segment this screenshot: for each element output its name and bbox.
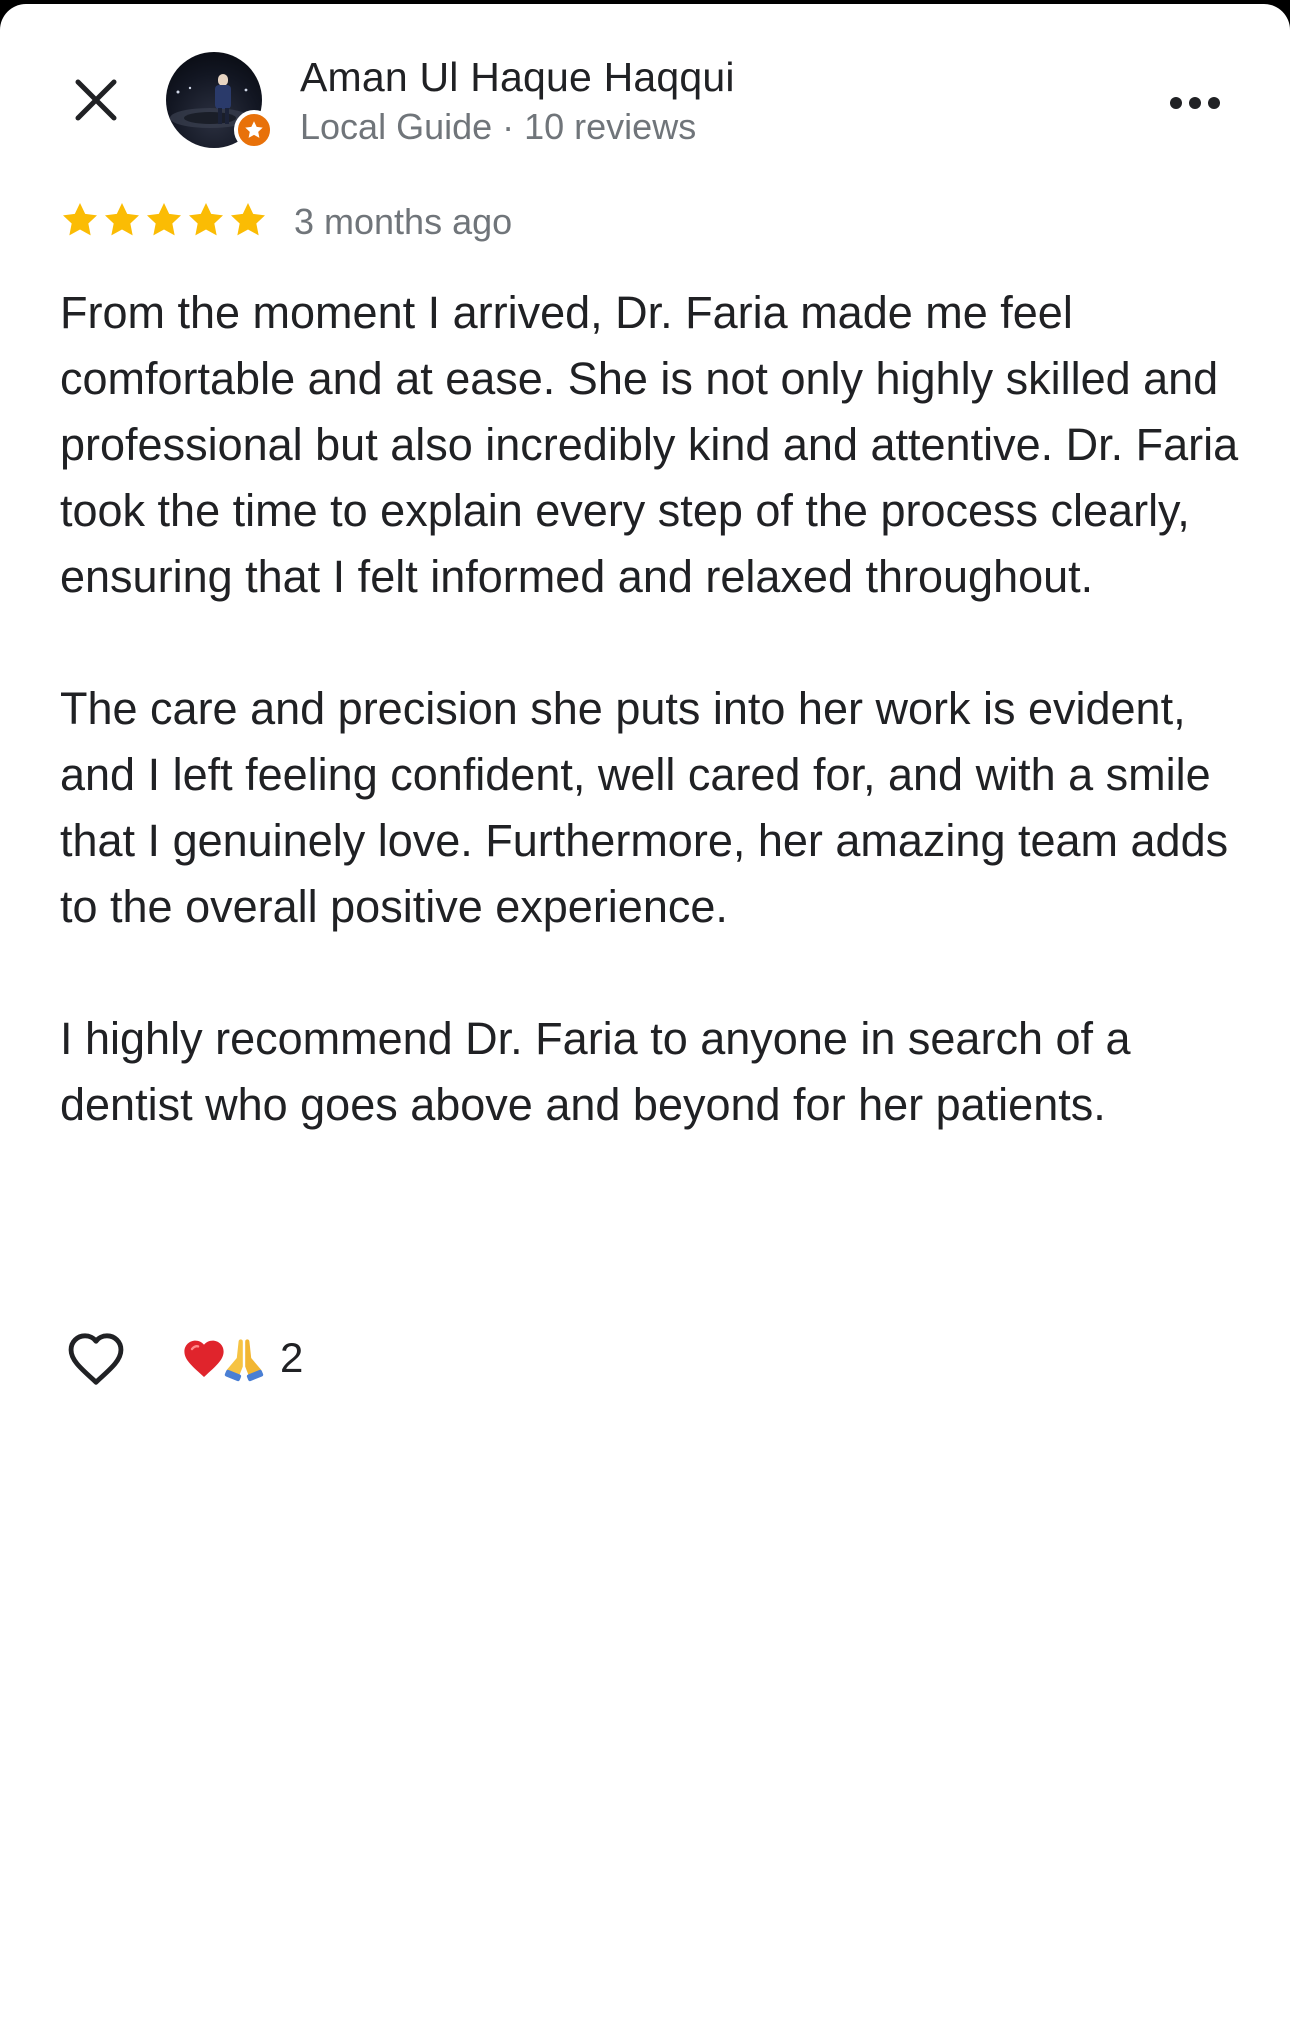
star-icon (147, 203, 181, 236)
review-date: 3 months ago (294, 201, 513, 242)
review-text: From the moment I arrived, Dr. Faria mad… (60, 280, 1250, 1138)
heart-outline-icon (68, 1333, 124, 1385)
like-button[interactable] (60, 1322, 132, 1394)
star-icon (63, 203, 97, 236)
reaction-count: 2 (280, 1334, 304, 1381)
more-options-icon (1170, 97, 1220, 109)
star-icon (231, 203, 265, 236)
more-options-button[interactable] (1160, 78, 1230, 128)
review-paragraph: I highly recommend Dr. Faria to anyone i… (60, 1013, 1131, 1130)
review-paragraph: The care and precision she puts into her… (60, 683, 1229, 932)
close-button[interactable] (60, 64, 132, 136)
author-avatar[interactable] (166, 52, 274, 152)
review-sheet: Aman Ul Haque Haqqui Local Guide · 10 re… (0, 4, 1290, 2040)
local-guide-badge (234, 110, 274, 150)
review-paragraph: From the moment I arrived, Dr. Faria mad… (60, 287, 1239, 602)
star-rating (60, 200, 268, 240)
author-meta: Local Guide · 10 reviews (300, 106, 697, 147)
local-guide-star-icon (245, 121, 263, 138)
close-icon (75, 79, 117, 121)
star-icon (105, 203, 139, 236)
author-name[interactable]: Aman Ul Haque Haqqui (300, 54, 735, 101)
reactions-summary[interactable]: 2 (180, 1332, 303, 1384)
star-icon (189, 203, 223, 236)
folded-hands-icon (224, 1339, 264, 1382)
